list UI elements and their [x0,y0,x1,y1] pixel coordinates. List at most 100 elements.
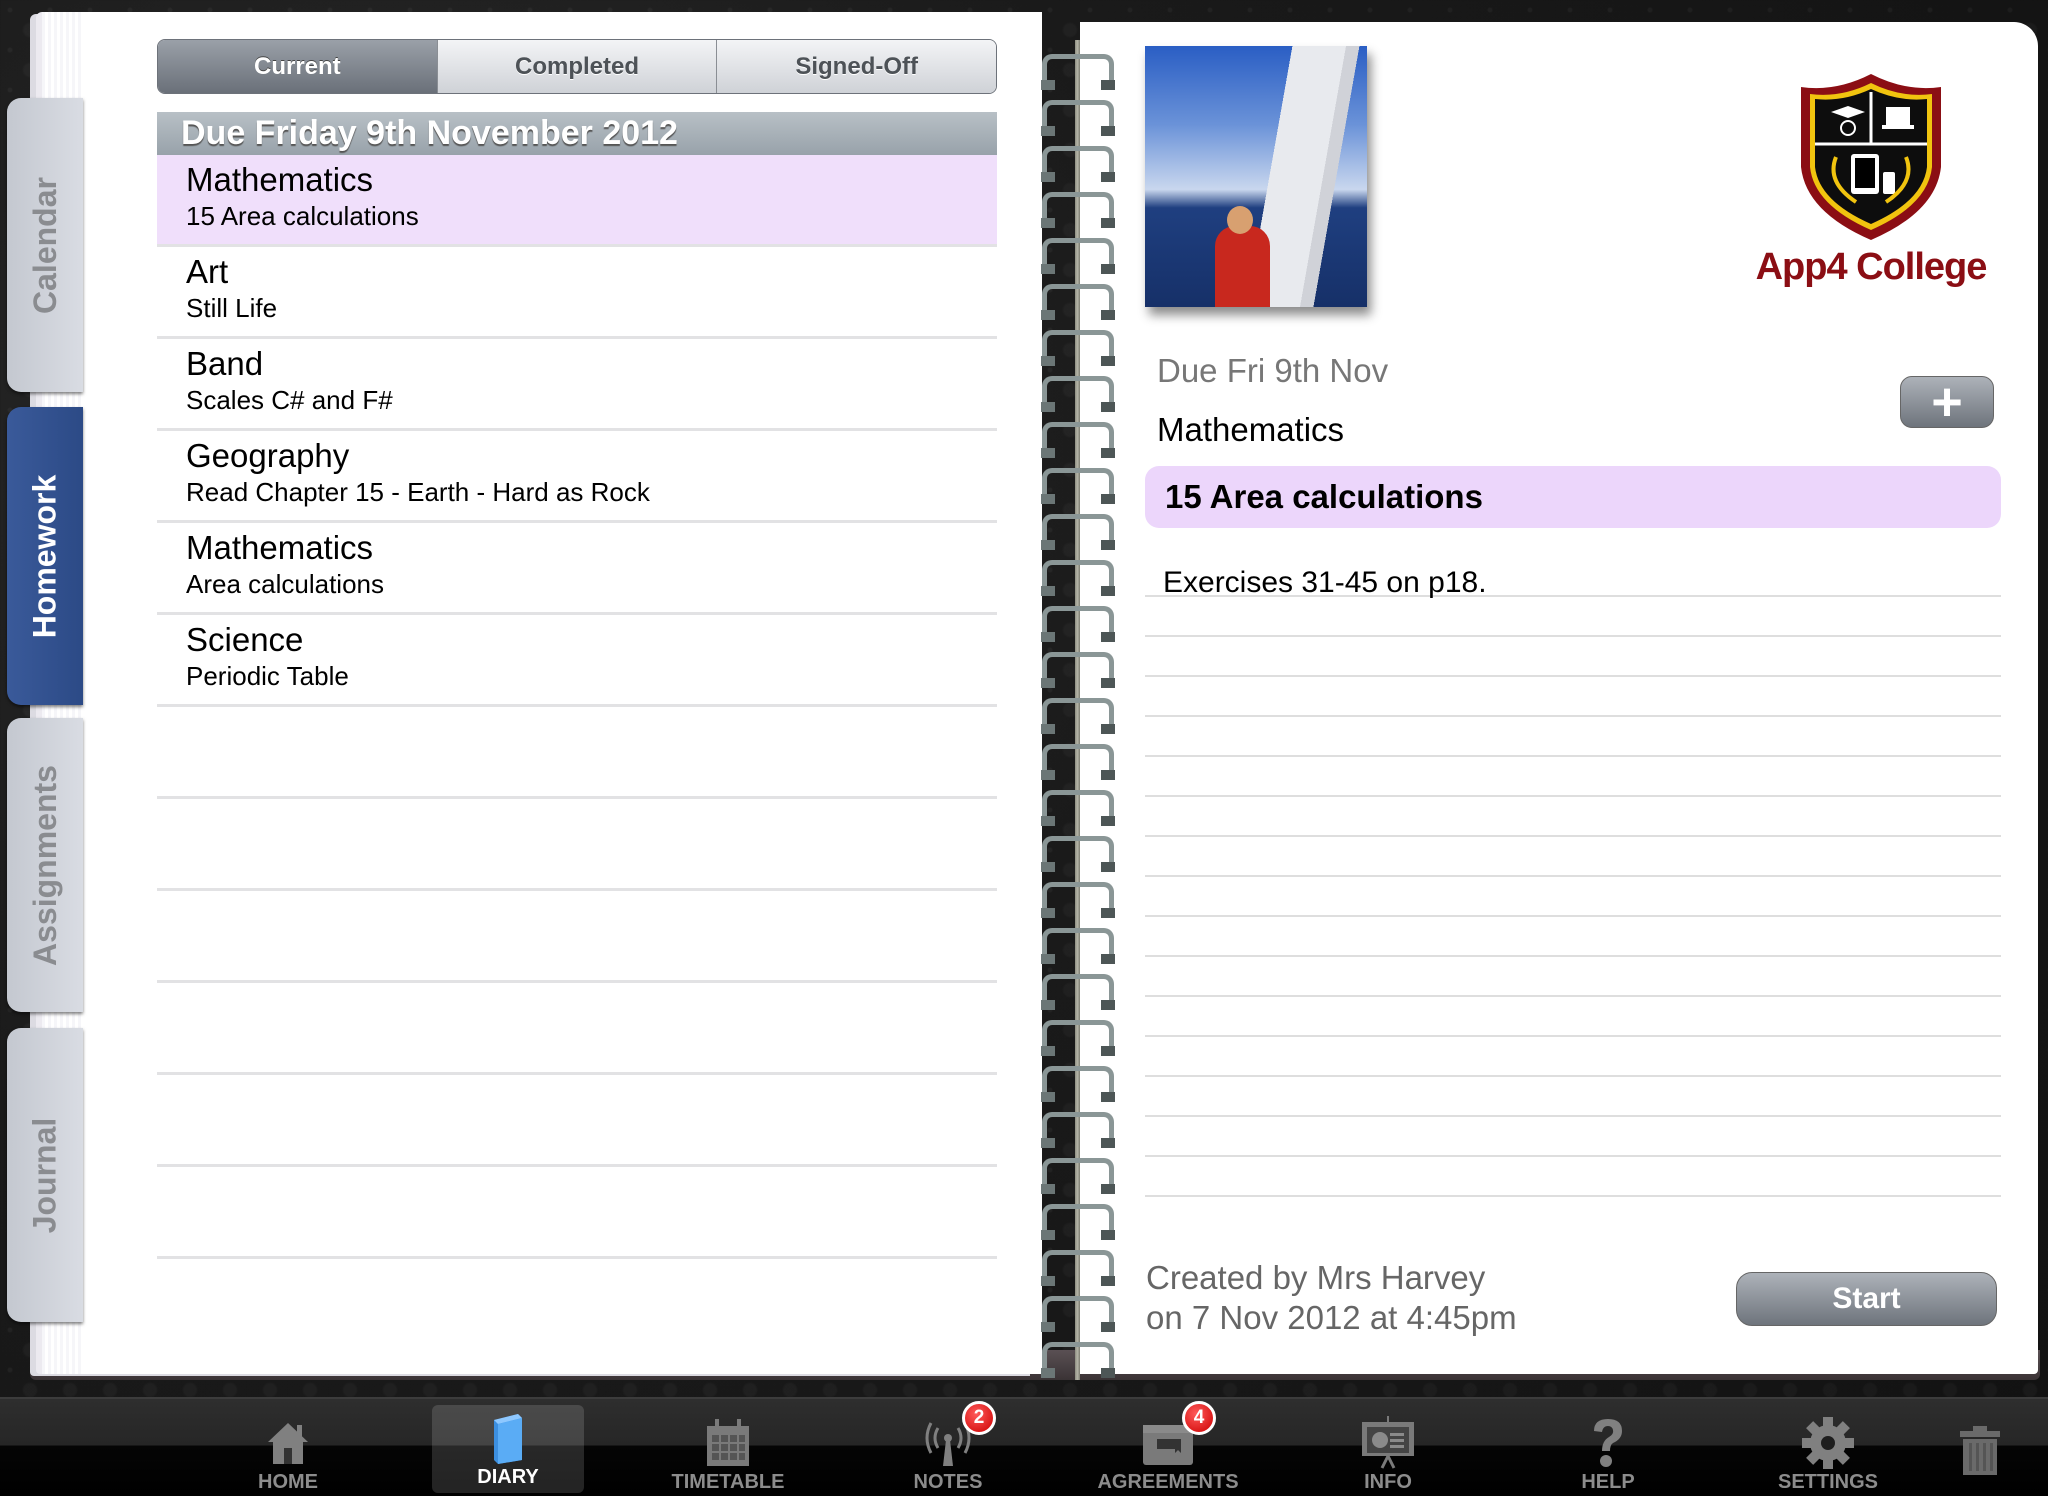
created-info: Created by Mrs Harvey on 7 Nov 2012 at 4… [1146,1258,1517,1338]
segment-signed-off[interactable]: Signed-Off [717,40,996,93]
homework-title: Periodic Table [186,661,349,691]
start-button[interactable]: Start [1736,1272,1997,1326]
add-button[interactable]: + [1900,372,1994,432]
shield-icon [1801,74,1941,240]
notes-line [1145,1077,2001,1117]
tab-timetable[interactable]: TIMETABLE [618,1399,838,1496]
homework-title: 15 Area calculations [186,201,419,231]
side-tab-assignments[interactable]: Assignments [7,718,83,1012]
tab-label: TIMETABLE [671,1471,785,1493]
status-segmented-control: Current Completed Signed-Off [157,39,997,94]
spiral-ring [1041,54,1115,90]
created-by: Created by Mrs Harvey [1146,1259,1486,1296]
tab-label: NOTES [913,1471,983,1493]
detail-title: 15 Area calculations [1145,466,2001,528]
spiral-ring [1041,836,1115,872]
spiral-ring [1041,238,1115,274]
spiral-ring [1041,330,1115,366]
homework-list-item[interactable]: Geography Read Chapter 15 - Earth - Hard… [157,431,997,523]
gear-icon [1801,1415,1855,1471]
notes-line [1145,877,2001,917]
created-on: on 7 Nov 2012 at 4:45pm [1146,1299,1517,1336]
photo-person-head [1227,206,1253,234]
tab-label: DIARY [477,1466,539,1488]
notes-line [1145,917,2001,957]
notes-line [1145,1037,2001,1077]
plus-icon: + [1931,372,1963,432]
side-tab-homework[interactable]: Homework [7,407,83,705]
side-tab-label: Homework [26,474,63,638]
homework-list-item[interactable]: Science Periodic Table [157,615,997,707]
tab-label: AGREEMENTS [1097,1471,1239,1493]
logo-text: App4 College [1755,246,1988,288]
spiral-ring [1041,1112,1115,1148]
spiral-ring [1041,1066,1115,1102]
spiral-ring [1041,468,1115,504]
notes-text: Exercises 31-45 on p18. [1145,557,2001,599]
homework-title: Scales C# and F# [186,385,393,415]
spiral-ring [1041,928,1115,964]
spiral-ring [1041,1342,1115,1378]
homework-list-item[interactable]: Art Still Life [157,247,997,339]
homework-title: Still Life [186,293,278,323]
homework-subject: Band [186,345,264,382]
tab-agreements[interactable]: 4 AGREEMENTS [1058,1399,1278,1496]
spiral-ring [1041,514,1115,550]
homework-title: Read Chapter 15 - Earth - Hard as Rock [186,477,650,507]
spiral-ring [1041,790,1115,826]
tab-diary[interactable]: DIARY [432,1405,584,1493]
notes-line [1145,957,2001,997]
notes-line [1145,637,2001,677]
side-tab-label: Journal [26,1117,63,1233]
tab-home[interactable]: HOME [178,1399,398,1496]
trash-icon[interactable] [1958,1425,2002,1480]
notes-line [1145,1117,2001,1157]
homework-list: Mathematics 15 Area calculations Art Sti… [157,155,997,1259]
notes-badge: 2 [962,1401,996,1435]
tab-notes[interactable]: 2 NOTES [838,1399,1058,1496]
calendar-icon [705,1415,751,1471]
side-tab-calendar[interactable]: Calendar [7,98,83,392]
due-section-header: Due Friday 9th November 2012 [157,112,997,155]
spiral-ring [1041,192,1115,228]
homework-list-item[interactable]: Mathematics 15 Area calculations [157,155,997,247]
tab-label: INFO [1364,1471,1412,1493]
tab-label: SETTINGS [1777,1471,1878,1493]
empty-row [157,707,997,799]
empty-row [157,1075,997,1167]
notes-line [1145,597,2001,637]
notes-line [1145,837,2001,877]
spiral-ring [1041,744,1115,780]
empty-row [157,891,997,983]
homework-subject: Mathematics [186,529,374,566]
spiral-ring [1041,422,1115,458]
notes-line [1145,997,2001,1037]
spiral-ring [1041,882,1115,918]
detail-subject: Mathematics [1157,411,1345,448]
notes-line [1145,797,2001,837]
tab-settings[interactable]: SETTINGS [1718,1399,1938,1496]
segment-current[interactable]: Current [158,40,438,93]
tab-help[interactable]: HELP [1498,1399,1718,1496]
spiral-ring [1041,652,1115,688]
side-tab-journal[interactable]: Journal [7,1028,83,1322]
spiral-ring [1041,698,1115,734]
tab-label: HOME [258,1471,318,1493]
homework-subject: Geography [186,437,350,474]
photo-person [1215,226,1270,307]
spiral-ring [1041,1020,1115,1056]
empty-row [157,983,997,1075]
tab-info[interactable]: INFO [1278,1399,1498,1496]
segment-completed[interactable]: Completed [437,40,718,93]
spiral-ring [1041,560,1115,596]
spiral-ring [1041,100,1115,136]
notes-line [1145,677,2001,717]
spiral-binding [1040,40,1120,1380]
homework-title: Area calculations [186,569,384,599]
side-tab-label: Assignments [26,764,63,966]
homework-list-item[interactable]: Mathematics Area calculations [157,523,997,615]
tab-label: HELP [1581,1471,1635,1493]
spiral-ring [1041,1296,1115,1332]
detail-notes: Exercises 31-45 on p18. [1145,557,2001,1197]
homework-list-item[interactable]: Band Scales C# and F# [157,339,997,431]
